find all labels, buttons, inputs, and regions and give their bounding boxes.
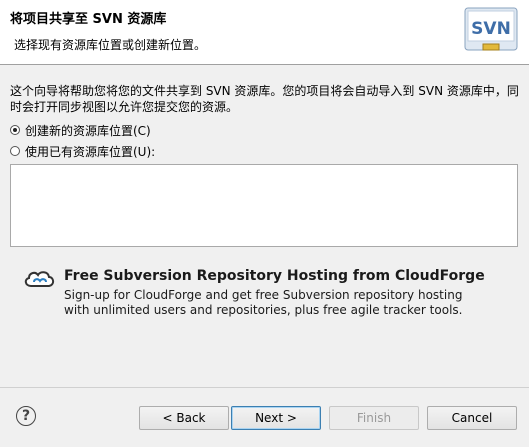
radio-create-new-location[interactable]: 创建新的资源库位置(C) [10,122,151,138]
back-button[interactable]: < Back [139,406,229,430]
cancel-button[interactable]: Cancel [427,406,517,430]
wizard-banner: 将项目共享至 SVN 资源库 选择现有资源库位置或创建新位置。 SVN [0,0,529,65]
radio-label-create-new: 创建新的资源库位置(C) [25,123,151,138]
footer-divider [0,387,529,388]
radio-label-use-existing: 使用已有资源库位置(U): [25,144,156,159]
existing-repository-list[interactable] [10,164,518,247]
help-icon[interactable]: ? [16,406,36,426]
promo-title[interactable]: Free Subversion Repository Hosting from … [64,268,485,284]
cloudforge-cloud-icon [24,271,55,287]
svg-text:SVN: SVN [471,19,511,39]
wizard-title: 将项目共享至 SVN 资源库 [10,12,167,27]
radio-button-checked[interactable] [10,125,20,135]
wizard-description: 这个向导将帮助您将您的文件共享到 SVN 资源库。您的项目将会自动导入到 SVN… [10,84,519,114]
finish-button[interactable]: Finish [329,406,419,430]
wizard-subtitle: 选择现有资源库位置或创建新位置。 [14,38,207,52]
svn-logo-icon: SVN [464,7,518,51]
radio-button-unchecked[interactable] [10,146,20,156]
radio-use-existing-location[interactable]: 使用已有资源库位置(U): [10,143,155,159]
promo-text: Sign-up for CloudForge and get free Subv… [64,288,463,317]
next-button[interactable]: Next > [231,406,321,430]
